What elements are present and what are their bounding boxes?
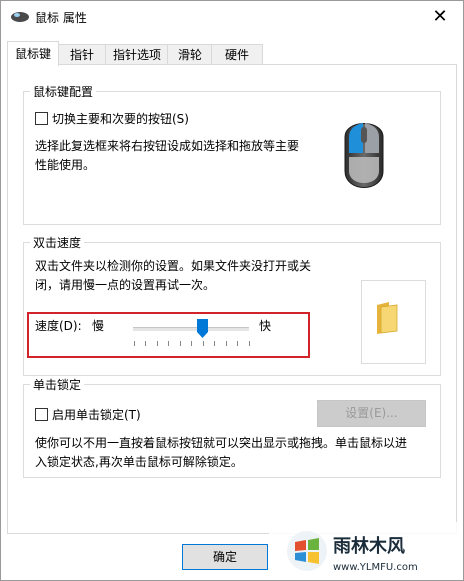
- svg-text:雨林木风: 雨林木风: [333, 535, 405, 557]
- mouse-app-icon: [11, 12, 29, 22]
- close-button[interactable]: ✕: [417, 1, 463, 32]
- checkbox-label: 启用单击锁定(T): [52, 408, 141, 422]
- mouse-illustration-icon: [344, 123, 384, 188]
- svg-text:www.YLMFU.com: www.YLMFU.com: [333, 562, 418, 573]
- watermark-logo: 雨林木风 www.YLMFU.com: [269, 522, 463, 580]
- click-lock-settings-button[interactable]: 设置(E)...: [317, 400, 426, 427]
- tab-label: 指针选项: [112, 48, 161, 62]
- group-title: 单击锁定: [30, 376, 85, 393]
- tab-pointers[interactable]: 指针: [57, 44, 107, 65]
- switch-buttons-checkbox[interactable]: 切换主要和次要的按钮(S): [35, 110, 189, 127]
- click-lock-checkbox[interactable]: 启用单击锁定(T): [35, 406, 141, 423]
- tab-buttons[interactable]: 鼠标键: [7, 41, 59, 66]
- fast-label: 快: [259, 319, 272, 333]
- speed-slider-thumb[interactable]: [197, 319, 209, 338]
- group-title: 鼠标键配置: [30, 83, 97, 100]
- description-line: 闭，请用慢一点的设置再试一次。: [35, 278, 216, 292]
- ok-button[interactable]: 确定: [182, 544, 268, 570]
- tab-label: 滑轮: [177, 48, 202, 62]
- title-bar: 鼠标 属性 ✕: [1, 1, 463, 32]
- double-click-description: 双击文件夹以检测你的设置。如果文件夹没打开或关 闭，请用慢一点的设置再试一次。: [35, 257, 335, 295]
- button-config-description: 选择此复选框来将右按钮设成如选择和拖放等主要 性能使用。: [35, 137, 325, 175]
- checkbox-label: 切换主要和次要的按钮(S): [52, 112, 189, 126]
- button-label: 确定: [212, 550, 237, 564]
- description-line: 入锁定状态,再次单击鼠标可解除锁定。: [35, 455, 243, 469]
- description-line: 使你可以不用一直按着鼠标按钮就可以突出显示或拖拽。单击鼠标以进: [35, 436, 408, 450]
- checkbox-box[interactable]: [35, 112, 48, 125]
- group-title: 双击速度: [30, 234, 85, 251]
- button-label: 设置(E)...: [345, 406, 398, 420]
- tab-label: 指针: [69, 48, 94, 62]
- checkbox-box[interactable]: [35, 408, 48, 421]
- tab-pointer-options[interactable]: 指针选项: [105, 44, 169, 65]
- folder-icon[interactable]: [375, 301, 399, 335]
- description-line: 性能使用。: [35, 158, 96, 172]
- speed-slider-track[interactable]: [133, 327, 249, 331]
- window-title: 鼠标 属性: [35, 11, 87, 25]
- tab-label: 鼠标键: [14, 47, 51, 61]
- mouse-properties-window: 鼠标 属性 ✕ 鼠标键 指针 指针选项 滑轮 硬件 鼠标键配置 切换主要和次要的…: [0, 0, 464, 581]
- description-line: 双击文件夹以检测你的设置。如果文件夹没打开或关: [35, 259, 312, 273]
- tab-wheel[interactable]: 滑轮: [167, 44, 213, 65]
- tab-label: 硬件: [224, 48, 249, 62]
- close-icon: ✕: [432, 6, 448, 27]
- speed-label: 速度(D):: [35, 319, 82, 333]
- click-lock-description: 使你可以不用一直按着鼠标按钮就可以突出显示或拖拽。单击鼠标以进 入锁定状态,再次…: [35, 434, 435, 472]
- description-line: 选择此复选框来将右按钮设成如选择和拖放等主要: [35, 139, 300, 153]
- tab-hardware[interactable]: 硬件: [211, 44, 263, 65]
- slider-ticks: [134, 341, 250, 346]
- slow-label: 慢: [92, 319, 105, 333]
